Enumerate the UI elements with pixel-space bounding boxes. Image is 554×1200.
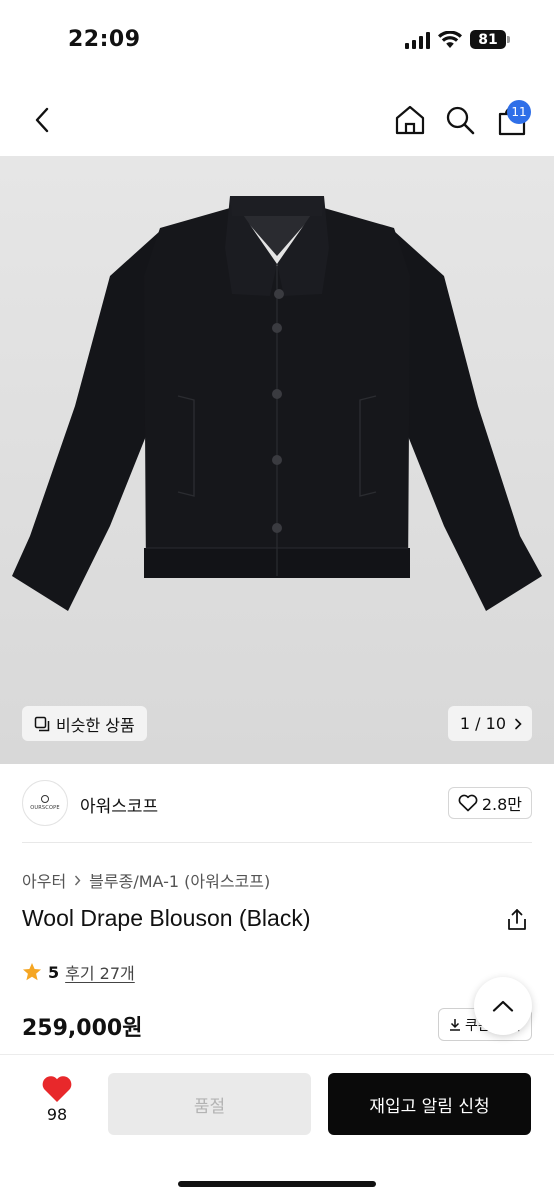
restock-alert-button[interactable]: 재입고 알림 신청 bbox=[328, 1073, 531, 1135]
product-title: Wool Drape Blouson (Black) bbox=[22, 905, 311, 931]
chevron-right-icon bbox=[515, 718, 522, 729]
similar-products-label: 비슷한 상품 bbox=[56, 715, 135, 735]
scroll-to-top-button[interactable] bbox=[474, 977, 532, 1035]
similar-items-icon bbox=[34, 716, 50, 731]
similar-products-button[interactable]: 비슷한 상품 bbox=[22, 706, 147, 741]
bottom-action-bar: 98 품절 재입고 알림 신청 bbox=[0, 1055, 554, 1200]
wifi-icon bbox=[438, 30, 462, 48]
brand-like-count: 2.8만 bbox=[481, 795, 522, 814]
cart-count-badge: 11 bbox=[507, 100, 531, 124]
share-icon[interactable] bbox=[504, 907, 530, 933]
review-count-link[interactable]: 후기 27개 bbox=[65, 960, 135, 984]
wishlist-count: 98 bbox=[46, 1105, 68, 1124]
page-counter-text: 1 / 10 bbox=[459, 714, 506, 733]
search-icon[interactable] bbox=[442, 102, 478, 138]
sold-out-button[interactable]: 품절 bbox=[108, 1073, 311, 1135]
gallery-page-counter[interactable]: 1 / 10 bbox=[447, 706, 532, 741]
brand-row: OURSCOPE 아워스코프 2.8만 bbox=[0, 764, 554, 844]
download-icon bbox=[450, 1019, 461, 1031]
product-rating: 5 후기 27개 bbox=[22, 960, 135, 984]
status-time: 22:09 bbox=[68, 27, 141, 52]
product-image-gallery[interactable]: 비슷한 상품 1 / 10 bbox=[0, 156, 554, 764]
battery-icon: 81 bbox=[470, 30, 510, 49]
chevron-up-icon bbox=[492, 1000, 514, 1012]
wishlist-button[interactable]: 98 bbox=[32, 1075, 82, 1124]
home-icon[interactable] bbox=[392, 102, 428, 138]
product-photo-jacket bbox=[12, 196, 542, 611]
cellular-signal-icon bbox=[405, 31, 430, 49]
breadcrumb: 아우터 블루종/MA-1 (아워스코프) bbox=[22, 868, 270, 892]
brand-like-button[interactable]: 2.8만 bbox=[447, 787, 532, 819]
status-bar: 22:09 81 bbox=[0, 0, 554, 80]
home-indicator[interactable] bbox=[178, 1181, 376, 1187]
breadcrumb-category[interactable]: 아우터 bbox=[22, 868, 66, 892]
brand-logo-mark-icon bbox=[41, 795, 49, 803]
status-icons: 81 bbox=[405, 30, 510, 49]
battery-level: 81 bbox=[470, 30, 506, 49]
rating-score: 5 bbox=[48, 962, 60, 982]
chevron-right-icon bbox=[75, 875, 81, 885]
top-nav bbox=[0, 92, 554, 148]
brand-name[interactable]: 아워스코프 bbox=[80, 792, 158, 817]
divider bbox=[22, 842, 532, 843]
breadcrumb-subcategory[interactable]: 블루종/MA-1 (아워스코프) bbox=[89, 868, 270, 892]
brand-logo[interactable]: OURSCOPE bbox=[22, 780, 68, 826]
star-icon bbox=[23, 963, 41, 981]
chevron-left-icon bbox=[35, 107, 49, 133]
product-price: 259,000원 bbox=[22, 1016, 143, 1041]
heart-outline-icon bbox=[458, 794, 478, 812]
brand-logo-text: OURSCOPE bbox=[30, 805, 60, 811]
back-button[interactable] bbox=[24, 102, 60, 138]
heart-filled-icon bbox=[42, 1076, 72, 1102]
